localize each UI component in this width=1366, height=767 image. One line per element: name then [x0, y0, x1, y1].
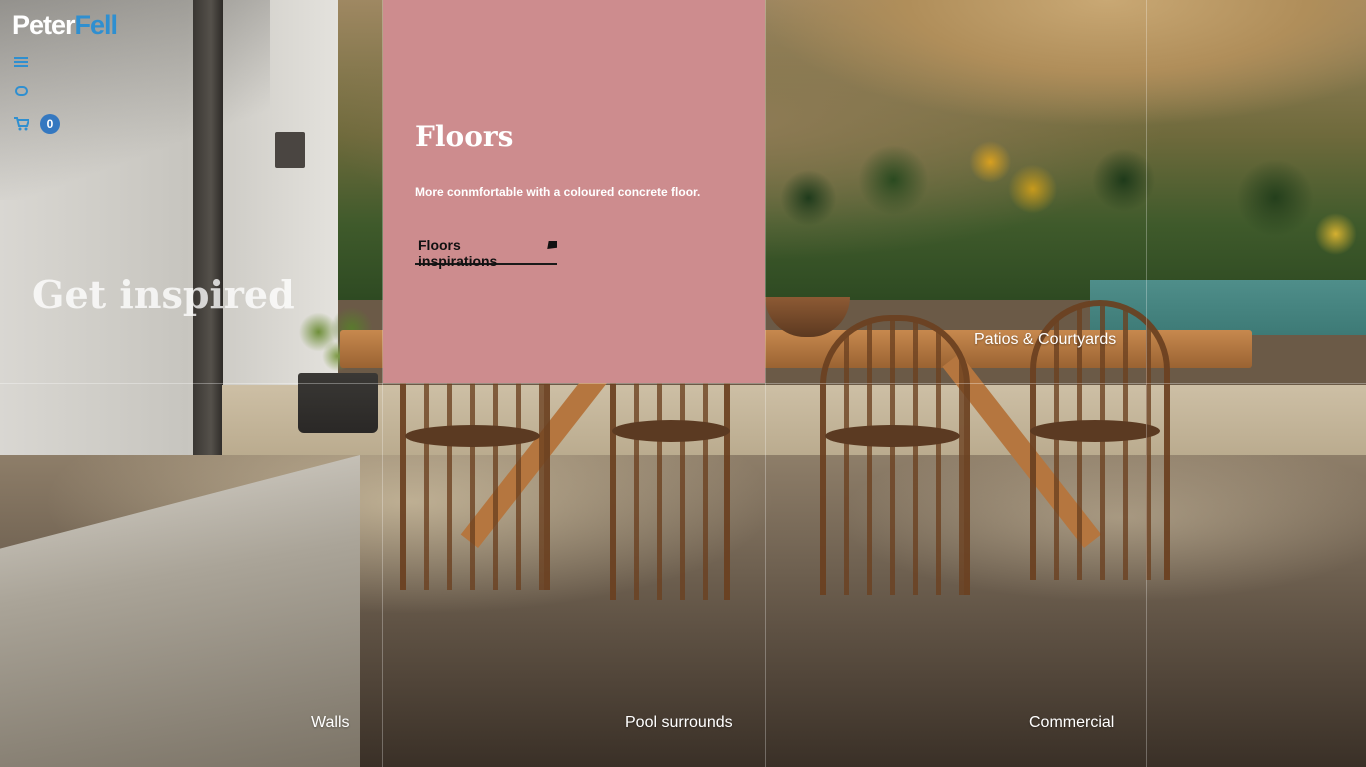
- terrace: [222, 385, 1366, 460]
- plant-pot: [298, 373, 378, 433]
- arrow-icon: [547, 241, 557, 249]
- feature-title: Floors: [415, 120, 514, 153]
- floors-feature-card[interactable]: Floors More conmfortable with a coloured…: [383, 0, 765, 383]
- chat-bubble-icon[interactable]: [12, 82, 30, 100]
- brand-logo[interactable]: PeterFell: [12, 10, 119, 41]
- tile-walls[interactable]: Walls: [311, 714, 350, 732]
- tile-pool-surrounds[interactable]: Pool surrounds: [625, 714, 733, 732]
- hero-title[interactable]: Get inspired: [32, 276, 332, 314]
- door-frame: [193, 0, 223, 460]
- trees: [760, 90, 1366, 270]
- hamburger-menu-icon[interactable]: [12, 53, 30, 71]
- chair: [820, 315, 970, 595]
- brand-logo-part1: Peter: [12, 10, 76, 40]
- floors-inspirations-link-label: Floors inspirations: [418, 237, 498, 269]
- tile-commercial[interactable]: Commercial: [1029, 714, 1114, 732]
- brand-logo-part2: Fell: [74, 10, 119, 40]
- chair-seat: [405, 425, 540, 447]
- chair-seat: [825, 425, 960, 447]
- floors-inspirations-link[interactable]: Floors inspirations: [415, 237, 557, 269]
- grid-divider: [0, 383, 1366, 384]
- shopping-cart-icon[interactable]: [12, 115, 30, 133]
- cart-count-badge[interactable]: 0: [40, 114, 60, 134]
- feature-description: More conmfortable with a coloured concre…: [415, 185, 701, 199]
- chair-seat: [612, 420, 730, 442]
- chair-seat: [1030, 420, 1160, 442]
- wall-lamp: [275, 132, 305, 168]
- tile-patios-courtyards[interactable]: Patios & Courtyards: [974, 331, 1134, 349]
